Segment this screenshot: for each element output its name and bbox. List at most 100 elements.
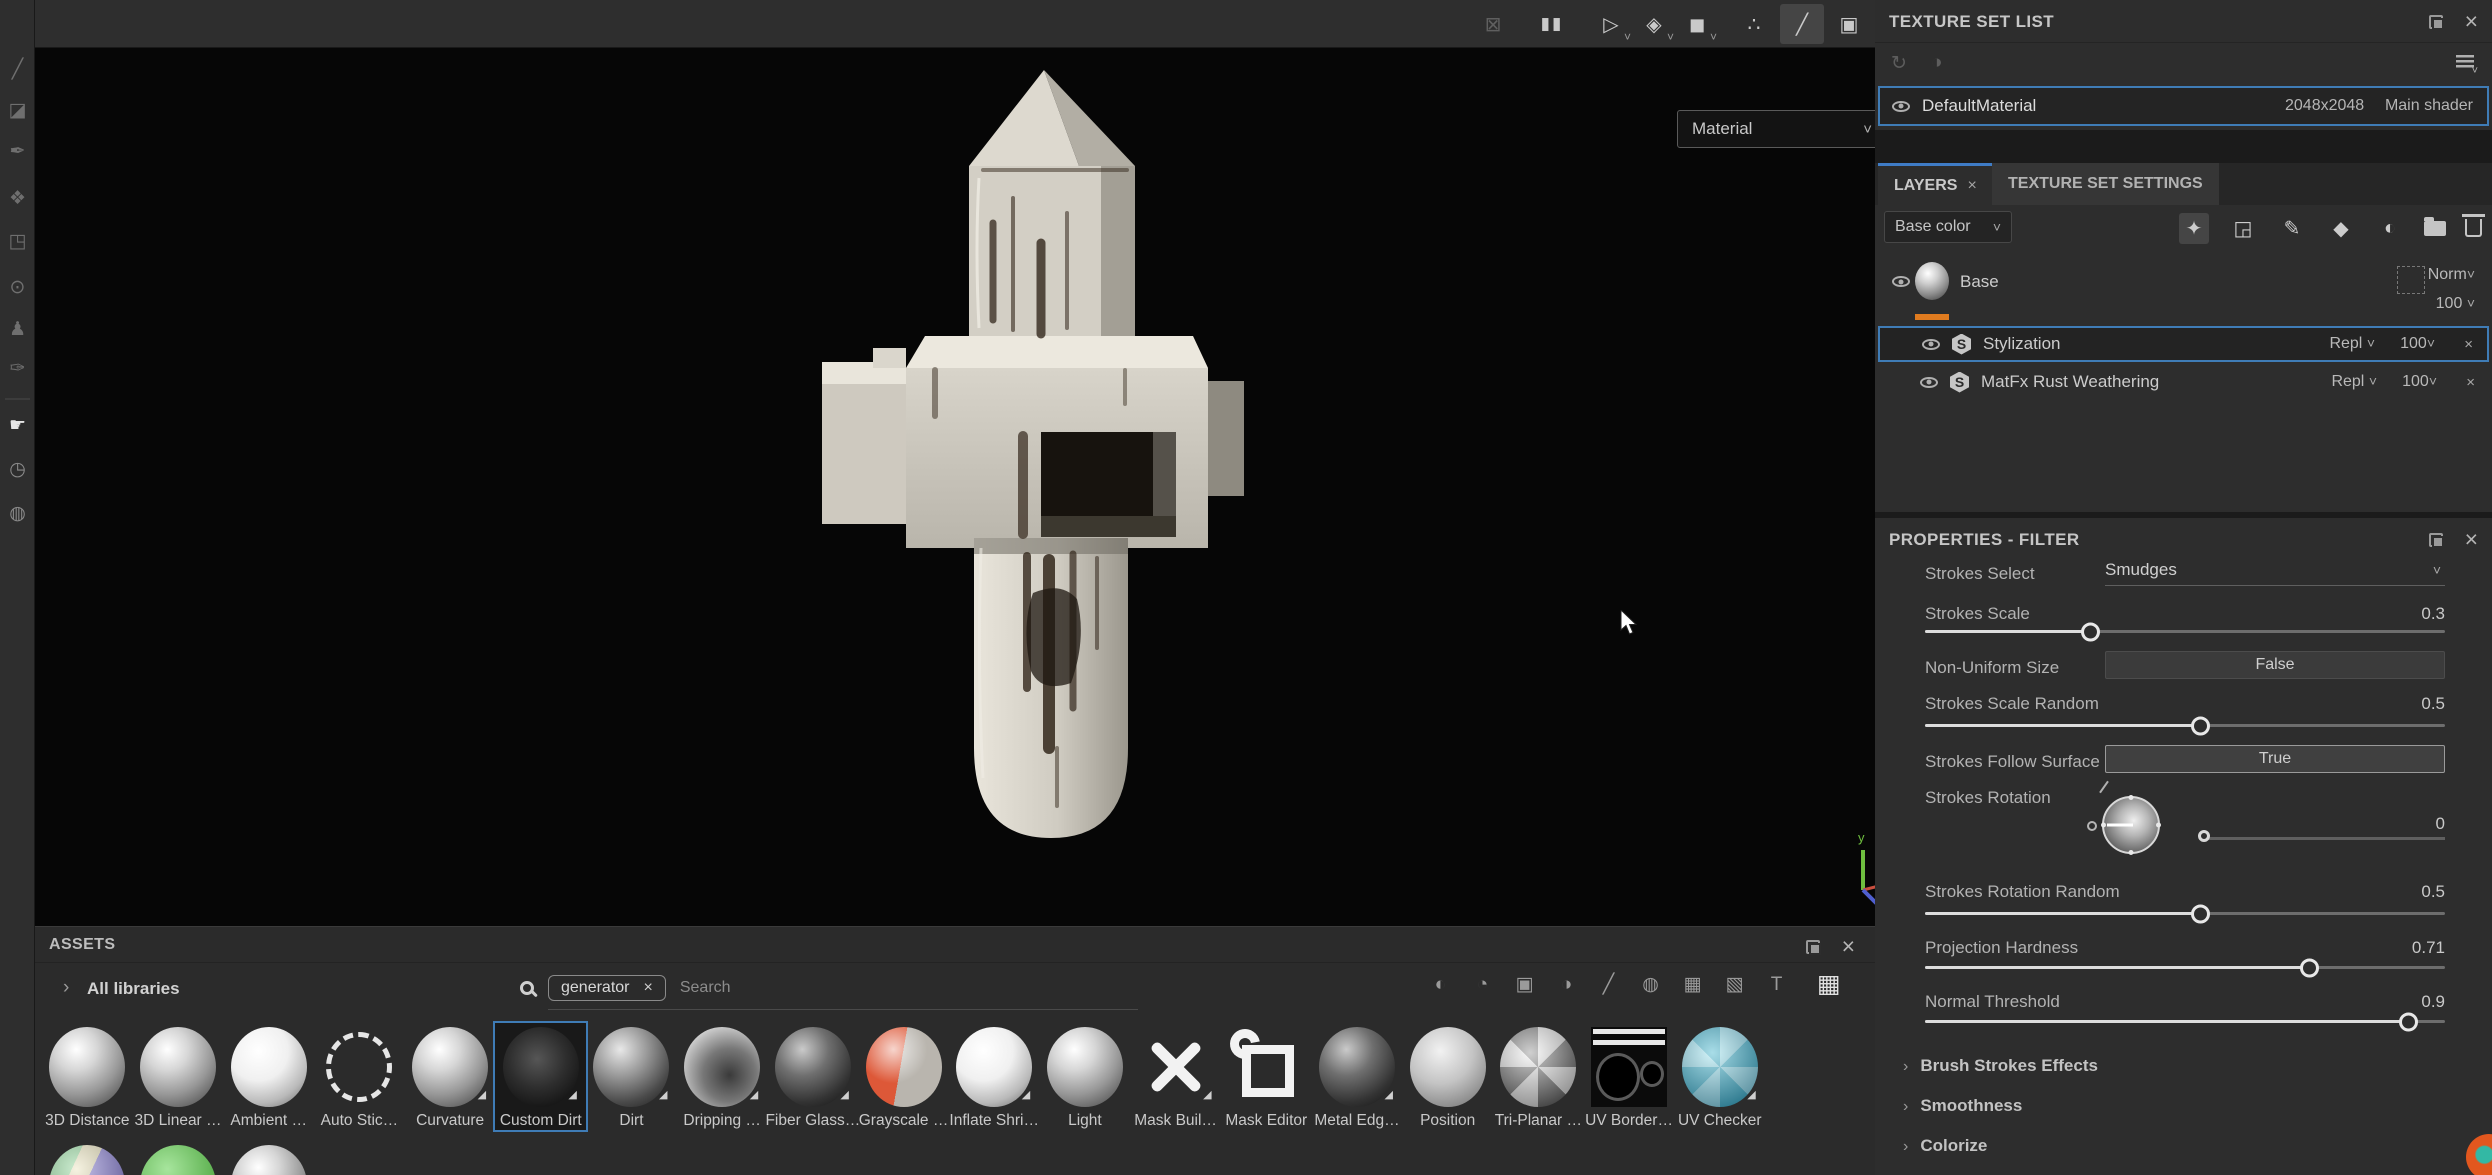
strokes-rotation-random-slider[interactable] [1925,912,2445,915]
filter-filter-icon[interactable]: ◑ [1556,974,1577,996]
strokes-scale-random-slider[interactable] [1925,724,2445,727]
float-panel-icon[interactable] [1806,940,1820,954]
layer-row-matfx-rust-weathering[interactable]: S MatFx Rust Weathering Repl ˅ 100˅ × [1878,364,2489,400]
strokes-follow-surface-toggle[interactable]: True [2105,745,2445,773]
opacity-value[interactable]: 100˅ [2400,335,2435,353]
opacity-value[interactable]: 100 [2436,295,2463,312]
strokes-rotation-knob[interactable] [2198,830,2210,842]
screenshot-icon[interactable]: ▣ [1827,4,1871,44]
layer-blend-opacity[interactable]: Norm˅ 100 ˅ [2428,260,2475,318]
strokes-rotation-dial[interactable] [2102,796,2160,854]
sort-menu-icon[interactable] [2456,55,2474,68]
alpha-filter-icon[interactable]: ◍ [1640,973,1661,996]
shading-mode-dropdown[interactable]: Material ˅ [1677,110,1887,148]
layer-visibility-icon[interactable] [1922,339,1940,350]
asset-item[interactable]: Tri-Planar … [1493,1023,1584,1130]
eraser-tool-icon[interactable]: ◪ [0,93,35,127]
asset-item-selected[interactable]: ◢Custom Dirt [495,1023,586,1130]
strokes-rotation-random-value[interactable]: 0.5 [2421,882,2445,902]
texture-set-row[interactable]: DefaultMaterial 2048x2048 Main shader [1878,86,2489,126]
channel-filter-dropdown[interactable]: Base color ˅ [1884,211,2012,243]
asset-item[interactable]: Auto Stic… [314,1023,405,1130]
asset-item[interactable]: Position [1402,1023,1493,1130]
layer-row-base[interactable]: Base Norm˅ 100 ˅ [1878,258,2489,322]
close-panel-icon[interactable]: × [2465,528,2478,551]
texture-set-visibility-icon[interactable]: ◑ [1931,52,1942,74]
add-effect-icon[interactable]: ◆ [2326,216,2356,241]
add-fill-layer-icon[interactable]: ◲ [2228,216,2258,241]
grid-view-icon[interactable]: ▦ [1817,969,1841,999]
asset-item[interactable]: UV Border… [1584,1023,1675,1130]
clone-tool-icon[interactable]: ⊙ [0,270,35,304]
asset-item[interactable]: ◢Curvature [405,1023,496,1130]
3d-viewport[interactable]: Material ˅ y x z [35,48,1875,926]
display-settings-tool-icon[interactable]: ◍ [0,496,35,530]
texture-filter-icon[interactable]: ▧ [1724,973,1745,996]
asset-item[interactable]: ◢Metal Edg… [1312,1023,1403,1130]
non-uniform-size-toggle[interactable]: False [2105,651,2445,679]
quick-mask-tool-icon[interactable]: ☛ [0,408,35,442]
section-colorize[interactable]: ›Colorize [1903,1136,1987,1156]
material-picker-tool-icon[interactable]: ✑ [0,351,35,385]
asset-item[interactable]: ◢Dripping … [677,1023,768,1130]
strokes-scale-random-value[interactable]: 0.5 [2421,694,2445,714]
asset-item[interactable]: 3D Linear … [133,1023,224,1130]
asset-item[interactable]: Grayscale … [858,1023,949,1130]
font-filter-icon[interactable]: T [1766,974,1787,996]
blend-mode-value[interactable]: Norm [2428,266,2467,283]
smudge-tool-icon[interactable]: ◳ [0,224,35,258]
asset-item[interactable]: ◢Fiber Glass… [768,1023,859,1130]
search-tag-chip[interactable]: generator × [548,975,666,1001]
smart-mask-filter-icon[interactable]: ▣ [1514,973,1535,996]
add-smart-material-icon[interactable]: ✦ [2179,213,2209,244]
material-filter-icon[interactable]: ◐ [1430,974,1451,996]
strokes-scale-slider[interactable] [1925,630,2445,633]
paint-mode-icon[interactable]: ╱ [1780,4,1824,44]
asset-item[interactable]: ◢Inflate Shri… [949,1023,1040,1130]
opacity-value[interactable]: 100˅ [2402,373,2437,391]
tab-close-icon[interactable]: × [1967,177,1976,195]
tab-texture-set-settings[interactable]: TEXTURE SET SETTINGS [1992,163,2219,205]
float-panel-icon[interactable] [2429,15,2443,29]
camera-settings-icon[interactable]: ◼˅ [1675,4,1719,44]
mesh-display-icon[interactable]: ◈˅ [1632,4,1676,44]
layer-mask-placeholder[interactable] [2397,266,2425,294]
search-input[interactable]: Search [680,979,731,997]
asset-item[interactable]: Light [1040,1023,1131,1130]
brush-filter-icon[interactable]: ╱ [1598,973,1619,996]
tab-layers[interactable]: LAYERS × [1878,163,1993,205]
normal-threshold-value[interactable]: 0.9 [2421,992,2445,1012]
link-texture-sets-icon[interactable]: ↻ [1891,52,1907,75]
remove-effect-icon[interactable]: × [2466,374,2475,391]
asset-item[interactable]: ◢Dirt [586,1023,677,1130]
add-folder-icon[interactable] [2424,221,2446,236]
normal-threshold-slider[interactable] [1925,1020,2445,1023]
float-panel-icon[interactable] [2429,533,2443,547]
remove-tag-icon[interactable]: × [644,979,653,997]
perspective-view-icon[interactable]: ▷˅ [1589,4,1633,44]
asset-item[interactable] [223,1141,314,1175]
blend-mode-value[interactable]: Repl ˅ [2331,373,2377,391]
asset-item[interactable]: ◢Mask Buil… [1130,1023,1221,1130]
procedural-filter-icon[interactable]: ▦ [1682,973,1703,996]
layer-visibility-icon[interactable] [1920,377,1938,388]
asset-item[interactable] [133,1141,224,1175]
instant-history-tool-icon[interactable]: ◷ [0,452,35,486]
layer-visibility-icon[interactable] [1892,276,1910,287]
asset-item[interactable]: Ambient … [223,1023,314,1130]
section-smoothness[interactable]: ›Smoothness [1903,1096,2022,1116]
asset-item[interactable] [42,1141,133,1175]
section-brush-strokes-effects[interactable]: ›Brush Strokes Effects [1903,1056,2098,1076]
close-panel-icon[interactable]: × [2465,10,2478,33]
strokes-rotation-value[interactable]: 0 [2436,814,2445,834]
lazy-mouse-off-icon[interactable]: ⊠ [1471,4,1515,44]
projection-tool-icon[interactable]: ✒ [0,134,35,168]
projection-hardness-value[interactable]: 0.71 [2412,938,2445,958]
visibility-eye-icon[interactable] [1892,101,1910,112]
asset-item[interactable]: ◢UV Checker [1674,1023,1765,1130]
chevron-right-icon[interactable]: › [63,977,69,999]
remove-effect-icon[interactable]: × [2464,336,2473,353]
paint-tool-icon[interactable]: ╱ [0,52,35,86]
strokes-select-dropdown[interactable]: Smudges ˅ [2105,554,2445,586]
delete-layer-icon[interactable] [2465,219,2482,237]
